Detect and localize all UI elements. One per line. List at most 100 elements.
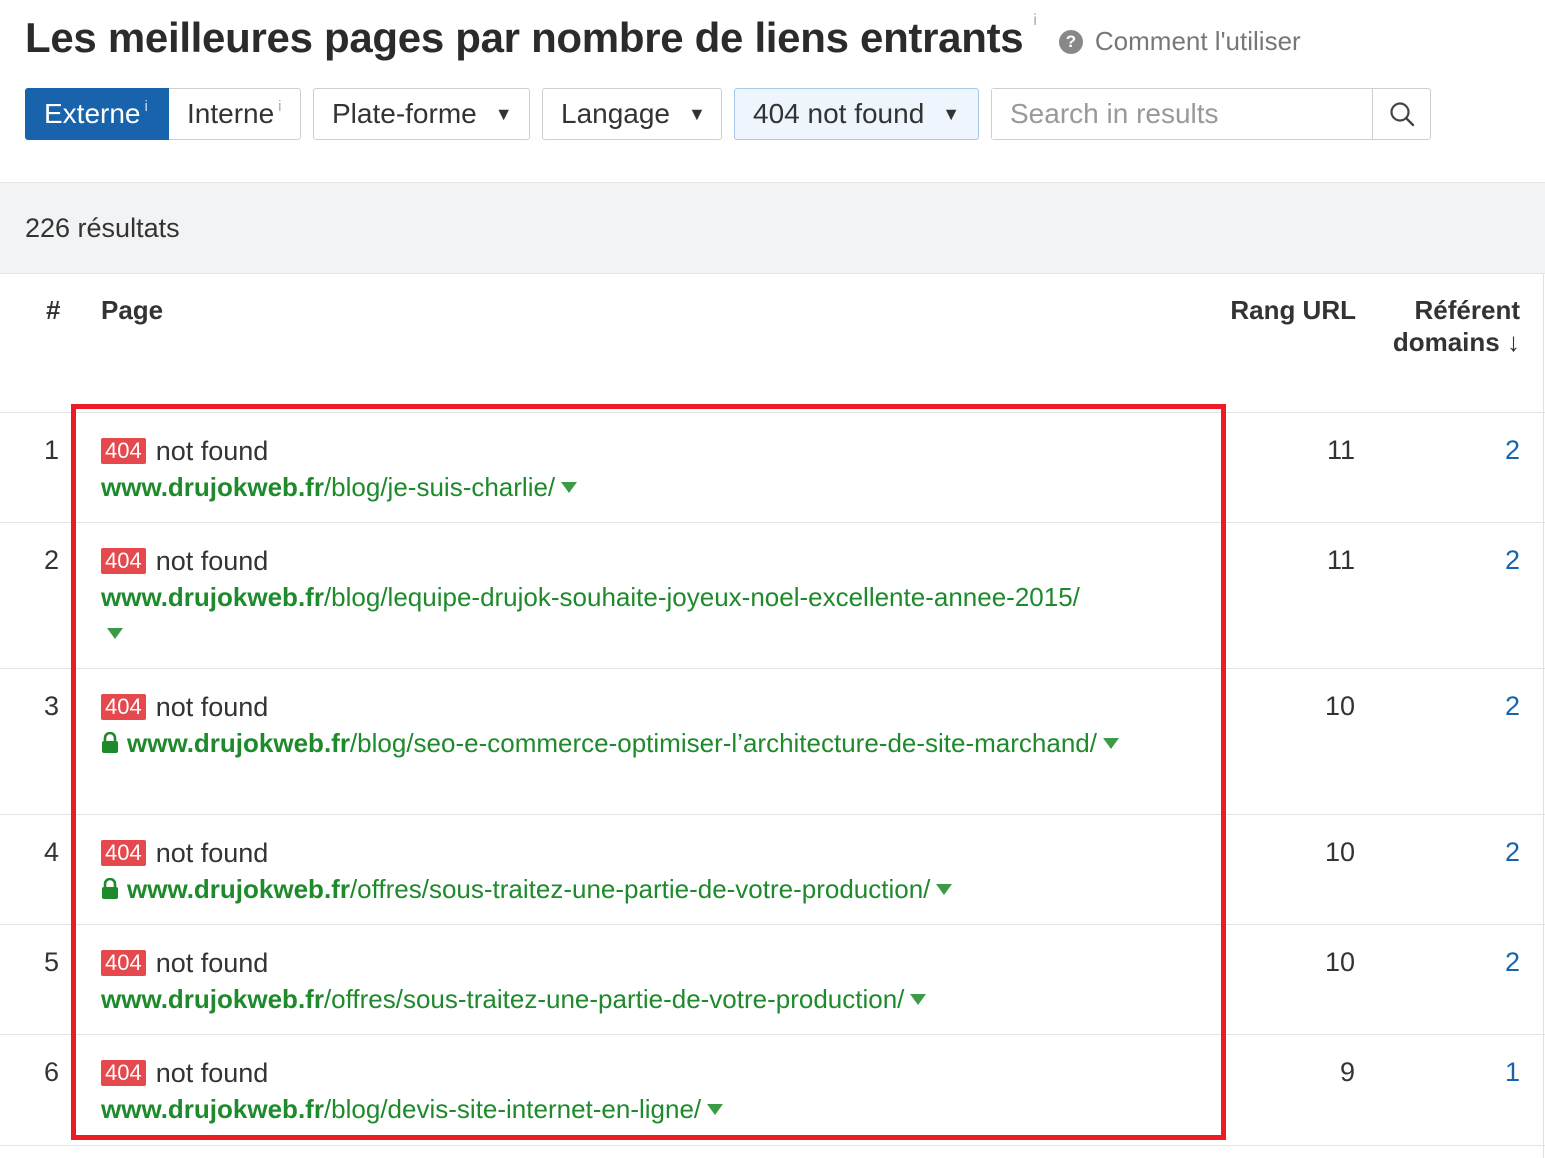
- referring-domains-link[interactable]: 2: [1505, 545, 1520, 576]
- url-rank: 10: [1324, 691, 1355, 721]
- ref-header-line2: domains: [1392, 327, 1500, 357]
- platform-dropdown[interactable]: Plate-forme ▼: [313, 88, 530, 140]
- row-number: 1: [44, 435, 60, 465]
- page-url-link[interactable]: www.drujokweb.fr/offres/sous-traitez-une…: [101, 981, 1201, 1017]
- referring-domains-link[interactable]: 2: [1505, 691, 1520, 722]
- title-info-icon[interactable]: i: [1033, 12, 1037, 30]
- url-menu-caret-icon[interactable]: [707, 1104, 724, 1115]
- referring-domains-link[interactable]: 1: [1505, 1057, 1520, 1088]
- page-cell: 404 not found www.drujokweb.fr/blog/je-su…: [101, 435, 1201, 505]
- url-domain: www.drujokweb.fr: [101, 472, 324, 502]
- search-input[interactable]: [992, 89, 1372, 139]
- page-url-link[interactable]: www.drujokweb.fr/blog/je-suis-charlie/: [101, 469, 1201, 505]
- table-row: 2 404 not found www.drujokweb.fr/blog/leq…: [0, 522, 1545, 668]
- table-row: 1 404 not found www.drujokweb.fr/blog/je-…: [0, 412, 1545, 522]
- page-cell: 404 not found www.drujokweb.fr/blog/lequi…: [101, 545, 1201, 651]
- column-header-referring-domains[interactable]: Référent domains ↓: [1393, 294, 1520, 358]
- tab-externe[interactable]: Externe i: [25, 88, 169, 140]
- page-url-link[interactable]: www.drujokweb.fr/offres/sous-traitez-une…: [101, 871, 1201, 907]
- referring-domains-link[interactable]: 2: [1505, 435, 1520, 466]
- status-text: not found: [155, 1057, 269, 1088]
- page-cell: 404 not found www.drujokweb.fr/blog/seo-e…: [101, 691, 1201, 761]
- language-dropdown-label: Langage: [561, 98, 671, 129]
- url-menu-caret-icon[interactable]: [107, 628, 123, 639]
- table-row: 3 404 not found www.drujokweb.fr/blog/seo…: [0, 668, 1545, 814]
- referring-domains-link[interactable]: 2: [1505, 837, 1520, 868]
- language-dropdown[interactable]: Langage ▼: [542, 88, 722, 140]
- status-badge: 404: [101, 438, 146, 464]
- tab-interne[interactable]: Interne i: [169, 88, 301, 140]
- search-icon: [1389, 102, 1414, 127]
- url-menu-caret-icon[interactable]: [1102, 738, 1119, 749]
- scope-toggle: Externe i Interne i: [25, 88, 301, 140]
- status-text: not found: [155, 545, 269, 576]
- page-cell: 404 not found www.drujokweb.fr/offres/sou…: [101, 947, 1201, 1017]
- url-path: /offres/sous-traitez-une-partie-de-votre…: [323, 984, 905, 1014]
- row-number: 5: [44, 947, 60, 977]
- caret-down-icon: ▼: [494, 103, 513, 124]
- url-rank: 11: [1326, 435, 1355, 465]
- lock-icon: [102, 732, 118, 753]
- results-summary-bar: 226 résultats: [0, 182, 1545, 274]
- row-number: 3: [44, 691, 60, 721]
- platform-dropdown-label: Plate-forme: [332, 98, 477, 129]
- question-icon: ?: [1058, 29, 1083, 54]
- url-rank: 10: [1324, 947, 1355, 977]
- url-path: /blog/seo-e-commerce-optimiser-l’archite…: [349, 728, 1097, 758]
- url-domain: www.drujokweb.fr: [127, 874, 350, 904]
- url-domain: www.drujokweb.fr: [101, 1094, 324, 1124]
- results-count: 226 résultats: [25, 213, 180, 243]
- page-cell: 404 not found www.drujokweb.fr/blog/devis…: [101, 1057, 1201, 1127]
- url-domain: www.drujokweb.fr: [101, 984, 324, 1014]
- column-header-page: Page: [101, 295, 164, 325]
- page-title: Les meilleures pages par nombre de liens…: [25, 14, 1024, 61]
- help-link[interactable]: ? Comment l'utiliser: [1058, 26, 1301, 57]
- page-cell: 404 not found www.drujokweb.fr/offres/sou…: [101, 837, 1201, 907]
- search-box: [991, 88, 1431, 140]
- url-menu-caret-icon[interactable]: [910, 994, 927, 1005]
- referring-domains-link[interactable]: 2: [1505, 947, 1520, 978]
- url-rank: 11: [1326, 545, 1355, 575]
- row-number: 6: [44, 1057, 60, 1087]
- info-icon: i: [144, 97, 148, 115]
- status-text: not found: [155, 947, 269, 978]
- column-header-num: #: [46, 295, 61, 325]
- tab-interne-label: Interne: [187, 98, 275, 129]
- url-rank: 10: [1324, 837, 1355, 867]
- page-url-link[interactable]: www.drujokweb.fr/blog/seo-e-commerce-opt…: [101, 725, 1201, 761]
- row-number: 4: [44, 837, 60, 867]
- status-badge: 404: [101, 694, 146, 720]
- url-path: /blog/je-suis-charlie/: [323, 472, 556, 502]
- status-text: not found: [155, 691, 269, 722]
- url-domain: www.drujokweb.fr: [101, 582, 324, 612]
- url-path: /blog/devis-site-internet-en-ligne/: [323, 1094, 702, 1124]
- ref-header-line1: Référent: [1414, 295, 1520, 325]
- url-domain: www.drujokweb.fr: [127, 728, 350, 758]
- help-label: Comment l'utiliser: [1094, 26, 1301, 56]
- status-text: not found: [155, 837, 269, 868]
- column-header-rank[interactable]: Rang URL: [1230, 294, 1356, 326]
- tab-externe-label: Externe: [44, 98, 141, 129]
- status-dropdown[interactable]: 404 not found ▼: [734, 88, 979, 140]
- url-rank: 9: [1339, 1057, 1355, 1087]
- caret-down-icon: ▼: [688, 103, 706, 124]
- status-badge: 404: [101, 1060, 146, 1086]
- status-badge: 404: [101, 840, 146, 866]
- status-text: not found: [155, 435, 269, 466]
- url-path: /blog/lequipe-drujok-souhaite-joyeux-noe…: [323, 582, 1080, 612]
- url-menu-caret-icon[interactable]: [936, 884, 953, 895]
- table-row: 6 404 not found www.drujokweb.fr/blog/dev…: [0, 1034, 1545, 1146]
- filter-toolbar: Externe i Interne i Plate-forme ▼ Langag…: [25, 88, 1431, 140]
- table-row: 4 404 not found www.drujokweb.fr/offres/s…: [0, 814, 1545, 924]
- table-row: 5 404 not found www.drujokweb.fr/offres/s…: [0, 924, 1545, 1034]
- sort-desc-icon: ↓: [1507, 327, 1520, 357]
- row-number: 2: [44, 545, 60, 575]
- url-menu-caret-icon[interactable]: [561, 482, 578, 493]
- status-badge: 404: [101, 950, 146, 976]
- page-url-link[interactable]: www.drujokweb.fr/blog/devis-site-interne…: [101, 1091, 1201, 1127]
- status-badge: 404: [101, 548, 146, 574]
- page-url-link[interactable]: www.drujokweb.fr/blog/lequipe-drujok-sou…: [101, 579, 1201, 651]
- status-dropdown-label: 404 not found: [753, 98, 925, 129]
- url-path: /offres/sous-traitez-une-partie-de-votre…: [349, 874, 931, 904]
- search-button[interactable]: [1372, 89, 1430, 139]
